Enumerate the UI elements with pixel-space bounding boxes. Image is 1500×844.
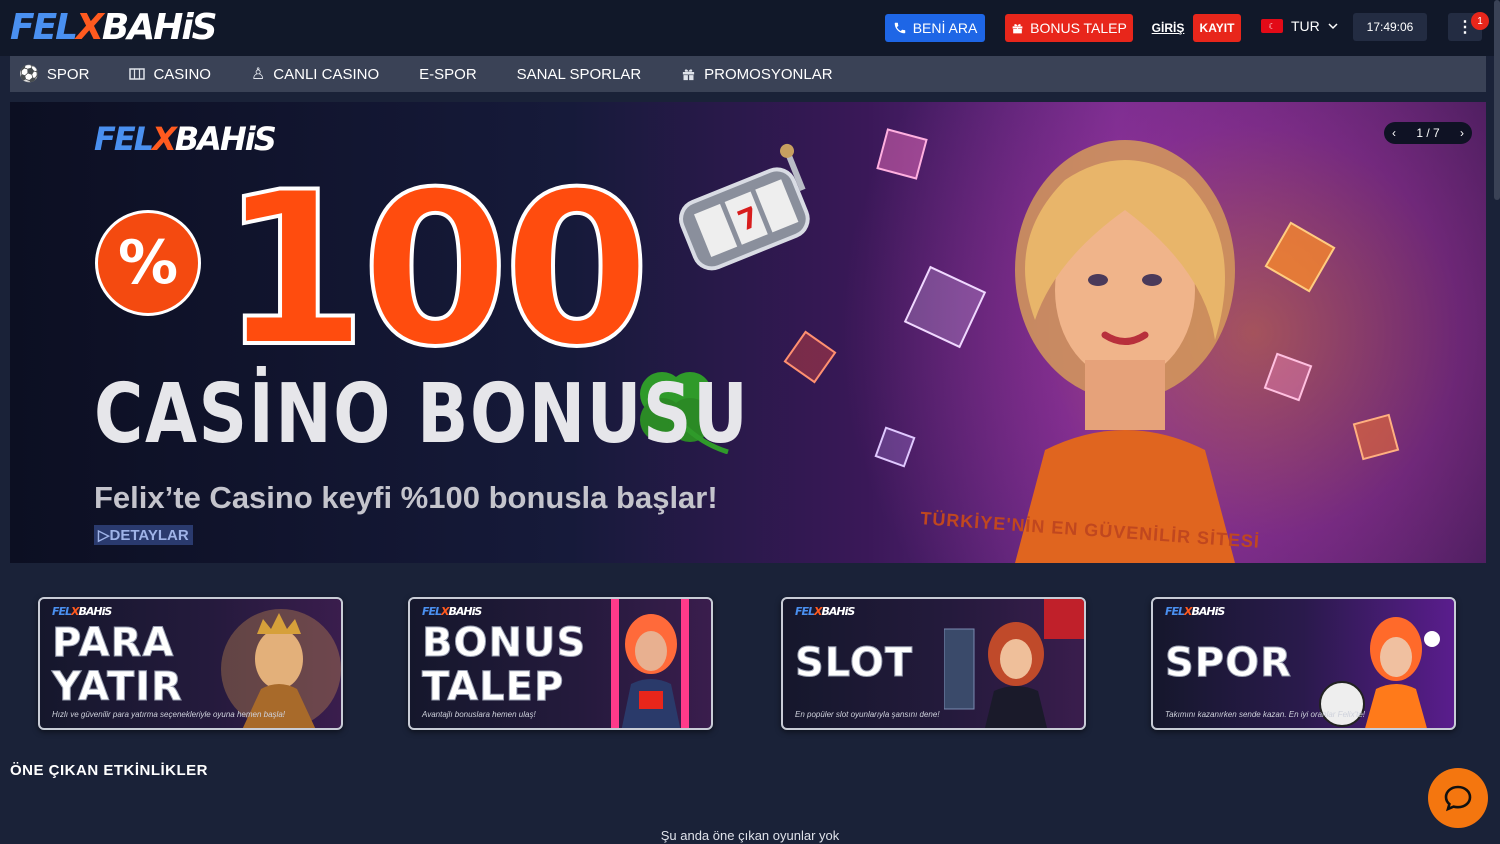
card-title-line1: PARA	[51, 620, 175, 666]
logo-text-bahis: BAHiS	[101, 7, 218, 48]
dice-icon	[1352, 413, 1400, 461]
percent-badge: %	[95, 210, 201, 316]
logo-text-x: X	[76, 7, 104, 48]
card-logo: FELXBAHiS	[1165, 605, 1226, 618]
call-me-button[interactable]: BENİ ARA	[885, 14, 985, 42]
carousel-page-indicator: 1 / 7	[1416, 126, 1440, 140]
logo-text-x: X	[814, 605, 823, 618]
carousel-pager: ‹ 1 / 7 ›	[1384, 122, 1472, 144]
details-label: DETAYLAR	[109, 526, 189, 544]
chevron-left-icon[interactable]: ‹	[1392, 126, 1396, 140]
ice-cube-icon	[903, 265, 987, 349]
card-title-line2: TALEP	[421, 664, 565, 710]
chat-icon	[1444, 785, 1472, 812]
nav-label: SPOR	[46, 65, 90, 83]
promo-card-slot[interactable]: FELXBAHiS SLOT En popüler slot oyunlarıy…	[781, 597, 1086, 730]
ice-cube-icon	[874, 426, 916, 468]
logo-text-bahis: BAHiS	[78, 605, 113, 618]
card-description: Avantajlı bonuslara hemen ulaş!	[422, 710, 536, 719]
featured-events-title: ÖNE ÇIKAN ETKİNLİKLER	[10, 762, 208, 779]
logo-text-fel: FEL	[1165, 605, 1185, 618]
bonus-request-button[interactable]: BONUS TALEP	[1005, 14, 1133, 42]
ice-cube-icon	[1263, 352, 1313, 402]
main-nav: ⚽ SPOR CASINO ♙ CANLI CASINO E-SPOR SANA…	[10, 56, 1486, 92]
promo-card-deposit[interactable]: FELXBAHiS PARA YATIR Hızlı ve güvenilir …	[38, 597, 343, 730]
logo-text-fel: FEL	[10, 7, 78, 48]
logo-text-x: X	[71, 605, 80, 618]
hero-subtitle: Felix’te Casino keyfi %100 bonusla başla…	[94, 480, 718, 515]
nav-label: SANAL SPORLAR	[516, 65, 642, 83]
hero-banner[interactable]: 7 FELXBAHiS % 100 CASİNO BONUSU Felix’te…	[10, 102, 1486, 563]
card-title-line1: SPOR	[1165, 640, 1292, 686]
register-button[interactable]: KAYIT	[1193, 14, 1241, 42]
header: FELXBAHiS BENİ ARA BONUS TALEP GİRİŞ KAY…	[0, 0, 1500, 56]
logo-text-x: X	[152, 120, 177, 158]
featured-empty-message: Şu anda öne çıkan oyunlar yok	[660, 828, 840, 843]
logo-text-fel: FEL	[422, 605, 442, 618]
soccer-ball-icon: ⚽	[19, 66, 39, 83]
logo-text-fel: FEL	[52, 605, 72, 618]
bonus-amount: 100	[218, 146, 653, 393]
turkey-flag-icon: ☾	[1261, 19, 1283, 33]
nav-label: E-SPOR	[419, 65, 477, 83]
logo-text-bahis: BAHiS	[821, 605, 856, 618]
card-logo: FELXBAHiS	[52, 605, 113, 618]
nav-item-live-casino[interactable]: ♙ CANLI CASINO	[231, 56, 399, 92]
bonus-request-label: BONUS TALEP	[1030, 20, 1127, 36]
logo-text-bahis: BAHiS	[448, 605, 483, 618]
promo-card-bonus[interactable]: FELXBAHiS BONUS TALEP Avantajlı bonuslar…	[408, 597, 713, 730]
slot-machine-icon	[129, 68, 146, 80]
play-icon: ▷	[98, 527, 110, 544]
logo-text-bahis: BAHiS	[1191, 605, 1226, 618]
nav-label: CANLI CASINO	[273, 65, 380, 83]
card-title-line1: BONUS	[421, 620, 587, 666]
hero-title: CASİNO BONUSU	[94, 367, 750, 462]
gem-icon	[876, 128, 928, 180]
gift-icon	[683, 68, 695, 80]
nav-item-esports[interactable]: E-SPOR	[399, 56, 497, 92]
hero-model-image	[1015, 140, 1235, 563]
logo-text-x: X	[1184, 605, 1193, 618]
gift-icon	[1012, 23, 1023, 33]
page-scrollbar[interactable]	[1494, 0, 1500, 200]
nav-item-virtual-sports[interactable]: SANAL SPORLAR	[497, 56, 662, 92]
live-chat-button[interactable]	[1428, 768, 1488, 828]
card-logo: FELXBAHiS	[795, 605, 856, 618]
login-link[interactable]: GİRİŞ	[1152, 14, 1185, 42]
nav-item-casino[interactable]: CASINO	[109, 56, 231, 92]
phone-icon	[894, 22, 905, 34]
card-description: Takımını kazanırken sende kazan. En iyi …	[1165, 710, 1365, 719]
chevron-right-icon[interactable]: ›	[1460, 126, 1464, 140]
chevron-down-icon	[1328, 23, 1338, 30]
card-description: En popüler slot oyunlarıyla şansını dene…	[795, 710, 940, 719]
card-description: Hızlı ve güvenilir para yatırma seçenekl…	[52, 710, 286, 719]
call-me-label: BENİ ARA	[912, 20, 978, 36]
card-title-line2: YATIR	[52, 664, 183, 710]
nav-label: PROMOSYONLAR	[704, 65, 833, 83]
logo-text-fel: FEL	[795, 605, 815, 618]
language-label: TUR	[1291, 18, 1320, 34]
promo-card-sport[interactable]: FELXBAHiS SPOR Takımını kazanırken sende…	[1151, 597, 1456, 730]
dice-icon	[1264, 221, 1336, 293]
language-selector[interactable]: ☾ TUR	[1261, 18, 1338, 34]
gem-icon	[783, 330, 837, 384]
nav-item-promotions[interactable]: PROMOSYONLAR	[661, 56, 852, 92]
brand-logo[interactable]: FELXBAHiS	[10, 7, 218, 48]
card-title-line1: SLOT	[794, 640, 914, 686]
dealer-icon: ♙	[250, 66, 266, 83]
clock: 17:49:06	[1353, 13, 1427, 41]
notification-badge: 1	[1471, 12, 1489, 30]
nav-item-spor[interactable]: ⚽ SPOR	[10, 56, 109, 92]
card-logo: FELXBAHiS	[422, 605, 483, 618]
details-button[interactable]: ▷ DETAYLAR	[94, 525, 193, 545]
logo-text-x: X	[441, 605, 450, 618]
nav-label: CASINO	[153, 65, 211, 83]
logo-text-fel: FEL	[94, 120, 154, 158]
